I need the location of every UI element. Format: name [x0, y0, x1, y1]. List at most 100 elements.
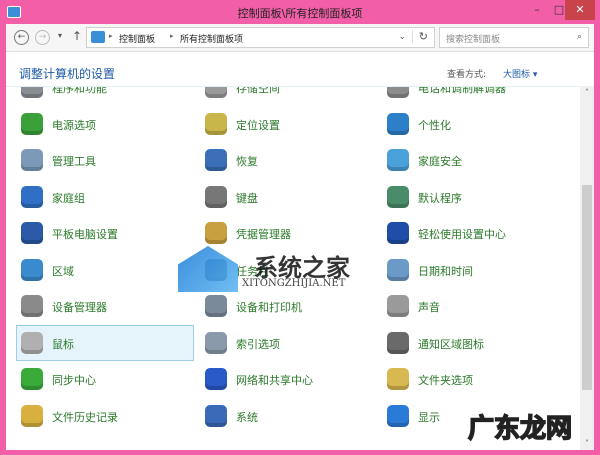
control-panel-item[interactable]: 声音	[382, 288, 560, 324]
control-panel-item[interactable]: 同步中心	[16, 361, 194, 397]
control-panel-item[interactable]: 设备管理器	[16, 288, 194, 324]
breadcrumb-separator-icon: ▸	[170, 32, 174, 40]
item-label: 个性化	[418, 118, 451, 132]
control-panel-item[interactable]: 索引选项	[200, 325, 378, 361]
item-label: 程序和功能	[52, 86, 107, 95]
item-icon	[21, 404, 43, 427]
item-icon	[205, 222, 227, 244]
control-panel-icon	[91, 31, 105, 43]
breadcrumb-separator-icon: ▸	[109, 32, 113, 40]
breadcrumb-all-items[interactable]: 所有控制面板项	[180, 32, 243, 45]
control-panel-item[interactable]: 系统	[200, 398, 378, 434]
item-icon	[21, 295, 43, 317]
item-label: 通知区域图标	[418, 337, 484, 351]
item-label: 电源选项	[52, 118, 96, 132]
control-panel-item[interactable]: 通知区域图标	[382, 325, 560, 361]
control-panel-item[interactable]: 鼠标	[16, 324, 194, 361]
control-panel-item[interactable]: 家庭安全	[382, 142, 560, 178]
control-panel-item[interactable]: 区域	[16, 252, 194, 288]
vertical-scrollbar[interactable]: ˄ ˅	[580, 86, 594, 450]
item-label: 网络和共享中心	[236, 374, 313, 387]
breadcrumb-control-panel[interactable]: 控制面板	[119, 32, 155, 45]
item-icon	[21, 258, 43, 281]
item-label: 电话和调制解调器	[418, 86, 506, 95]
item-icon	[21, 368, 43, 390]
control-panel-item[interactable]: 恢复	[200, 142, 378, 178]
scrollbar-thumb[interactable]	[582, 185, 592, 390]
scroll-down-arrow[interactable]: ˅	[580, 439, 594, 448]
item-icon	[21, 149, 43, 171]
item-label: 存储空间	[236, 86, 280, 95]
item-label: 平板电脑设置	[52, 228, 118, 241]
explorer-window: ← → ▾ ↑ ▸ 控制面板 ▸ 所有控制面板项 ⌄ ↻ 搜索控制面板 ⌕ 调整…	[6, 24, 594, 450]
control-panel-item[interactable]: 文件历史记录	[16, 398, 194, 434]
item-icon	[21, 112, 43, 135]
control-panel-item[interactable]: 定位设置	[200, 106, 378, 142]
control-panel-item[interactable]: 程序和功能	[16, 86, 194, 105]
item-icon	[387, 295, 409, 317]
item-icon	[387, 87, 409, 98]
control-panel-item[interactable]: 默认程序	[382, 179, 560, 215]
item-label: 默认程序	[418, 191, 462, 205]
item-icon	[387, 368, 409, 390]
item-icon	[387, 258, 409, 281]
control-panel-item[interactable]: 个性化	[382, 106, 560, 142]
item-icon	[205, 87, 227, 98]
item-label: 文件夹选项	[418, 374, 473, 387]
address-bar[interactable]: ▸ 控制面板 ▸ 所有控制面板项 ⌄ ↻	[86, 27, 435, 48]
item-icon	[21, 185, 43, 208]
item-icon	[387, 149, 409, 171]
control-panel-item[interactable]: 网络和共享中心	[200, 361, 378, 397]
item-icon	[205, 331, 227, 354]
up-button[interactable]: ↑	[72, 29, 82, 43]
view-by-label: 查看方式:	[447, 70, 487, 80]
control-panel-item[interactable]: 日期和时间	[382, 252, 560, 288]
search-icon[interactable]: ⌕	[577, 32, 582, 42]
item-icon	[387, 112, 409, 135]
search-placeholder: 搜索控制面板	[446, 35, 501, 45]
refresh-button[interactable]: ↻	[411, 30, 428, 43]
item-label: 定位设置	[236, 118, 280, 132]
page-title: 调整计算机的设置	[19, 67, 116, 81]
control-panel-item[interactable]: 轻松使用设置中心	[382, 215, 560, 251]
item-label: 声音	[418, 301, 440, 314]
watermark-url: XITONGZHIJIA.NET	[242, 278, 346, 289]
back-button[interactable]: ←	[14, 30, 29, 45]
control-panel-item[interactable]: 家庭组	[16, 179, 194, 215]
control-panel-item[interactable]: 管理工具	[16, 142, 194, 178]
control-panel-item[interactable]: 电话和调制解调器	[382, 86, 560, 105]
item-icon	[21, 222, 43, 244]
item-icon	[387, 331, 409, 354]
control-panel-item[interactable]: 键盘	[200, 179, 378, 215]
item-label: 文件历史记录	[52, 410, 118, 424]
item-label: 家庭组	[52, 191, 85, 205]
item-label: 区域	[52, 264, 74, 278]
item-icon	[21, 87, 43, 98]
item-label: 设备和打印机	[236, 301, 302, 314]
control-panel-item[interactable]: 电源选项	[16, 106, 194, 142]
item-label: 键盘	[236, 191, 258, 205]
control-panel-item[interactable]: 平板电脑设置	[16, 215, 194, 251]
item-label: 索引选项	[236, 337, 280, 351]
navigation-bar: ← → ▾ ↑ ▸ 控制面板 ▸ 所有控制面板项 ⌄ ↻ 搜索控制面板 ⌕	[6, 24, 594, 52]
item-icon	[387, 185, 409, 208]
watermark-gdlw: 广东龙网	[467, 413, 573, 445]
item-label: 管理工具	[52, 155, 96, 168]
item-icon	[387, 404, 409, 427]
address-dropdown-icon[interactable]: ⌄	[398, 32, 406, 42]
view-by-dropdown[interactable]: 大图标 ▾	[503, 67, 537, 80]
item-label: 日期和时间	[418, 264, 473, 278]
recent-locations-dropdown[interactable]: ▾	[58, 31, 62, 40]
control-panel-item[interactable]: 存储空间	[200, 86, 378, 105]
search-input[interactable]: 搜索控制面板 ⌕	[439, 27, 589, 48]
item-label: 轻松使用设置中心	[418, 228, 506, 241]
forward-button[interactable]: →	[35, 30, 50, 45]
title-bar: 控制面板\所有控制面板项 – □ ✕	[0, 0, 600, 24]
minimize-button[interactable]: –	[526, 0, 548, 20]
item-icon	[205, 185, 227, 208]
scroll-up-arrow[interactable]: ˄	[580, 88, 594, 97]
control-panel-item[interactable]: 文件夹选项	[382, 361, 560, 397]
item-label: 显示	[418, 410, 440, 424]
close-button[interactable]: ✕	[565, 0, 595, 20]
item-icon	[205, 295, 227, 317]
